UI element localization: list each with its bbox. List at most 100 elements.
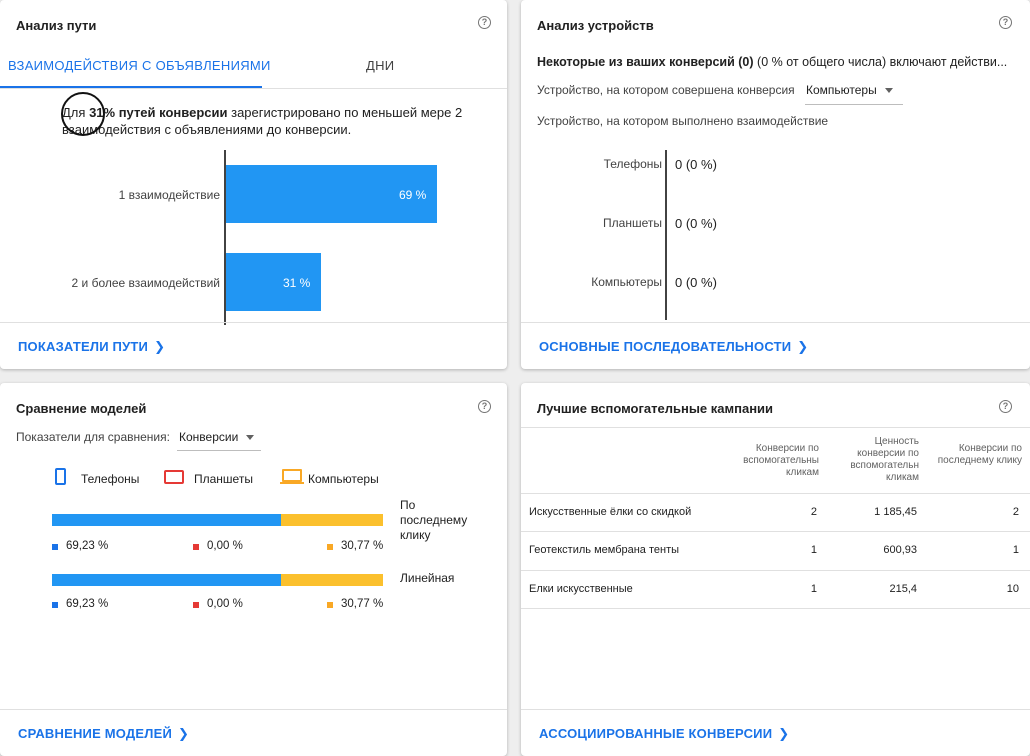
interaction-device-label: Устройство, на котором выполнено взаимод… (537, 114, 829, 128)
link-label: ОСНОВНЫЕ ПОСЛЕДОВАТЕЛЬНОСТИ (539, 339, 792, 354)
select-value: Компьютеры (806, 83, 877, 97)
bar-label: 2 и более взаимодействий (71, 276, 220, 290)
bar-label: 1 взаимодействие (118, 188, 220, 202)
conversion-device-label: Устройство, на котором совершена конверс… (537, 83, 795, 97)
phones-swatch (52, 544, 58, 550)
card-title: Анализ пути (16, 18, 97, 33)
model-name: Линейная (400, 571, 455, 585)
chevron-right-icon: ❯ (154, 339, 166, 354)
pct-desktops: 30,77 % (341, 598, 384, 610)
cell-last-click: 10 (1006, 583, 1019, 595)
column-header[interactable]: Конверсии по последнему клику (934, 443, 1022, 467)
tablets-swatch (193, 544, 199, 550)
cell-assisted-value: 215,4 (889, 583, 917, 595)
campaign-name[interactable]: Искусственные ёлки со скидкой (529, 506, 691, 518)
card-footer: ПОКАЗАТЕЛИ ПУТИ ❯ (0, 322, 507, 369)
device-analysis-card: Анализ устройств ? Некоторые из ваших ко… (521, 0, 1030, 369)
bar-value: 31 % (283, 276, 311, 290)
summary-rest: (0 % от общего числа) включают действи..… (757, 55, 1008, 69)
model-comparison-link[interactable]: СРАВНЕНИЕ МОДЕЛЕЙ ❯ (18, 726, 189, 742)
pct-phones: 69,23 % (66, 598, 109, 610)
cell-assisted-conversions: 2 (810, 506, 817, 518)
metric-select[interactable]: Конверсии (179, 430, 255, 444)
top-paths-link[interactable]: ОСНОВНЫЕ ПОСЛЕДОВАТЕЛЬНОСТИ ❯ (539, 339, 808, 355)
select-underline (177, 450, 261, 451)
row-divider (521, 531, 1030, 532)
help-icon[interactable]: ? (999, 16, 1012, 29)
cell-last-click: 2 (1012, 506, 1019, 518)
help-icon[interactable]: ? (999, 400, 1012, 413)
chevron-right-icon: ❯ (778, 726, 790, 741)
device-name: Компьютеры (591, 275, 662, 289)
pct-tablets: 0,00 % (207, 540, 243, 552)
card-title: Сравнение моделей (16, 401, 147, 416)
device-name: Планшеты (603, 216, 662, 230)
device-name: Телефоны (603, 157, 662, 171)
path-metrics-link[interactable]: ПОКАЗАТЕЛИ ПУТИ ❯ (18, 339, 165, 355)
desktops-swatch (327, 544, 333, 550)
campaign-name[interactable]: Елки искусственные (529, 583, 633, 595)
path-analysis-card: Анализ пути ? ВЗАИМОДЕЙСТВИЯ С ОБЪЯВЛЕНИ… (0, 0, 507, 369)
device-axis (665, 150, 667, 320)
select-underline (805, 104, 903, 105)
summary-bold: Некоторые из ваших конверсий (0) (537, 55, 754, 69)
conversion-device-select[interactable]: Компьютеры (806, 83, 893, 97)
cell-assisted-conversions: 1 (810, 544, 817, 556)
cell-assisted-value: 600,93 (883, 544, 917, 556)
bar-phones[interactable] (52, 574, 281, 586)
bar-phones[interactable] (52, 514, 281, 526)
card-title: Анализ устройств (537, 18, 654, 33)
model-comparison-card: Сравнение моделей ? Показатели для сравн… (0, 383, 507, 756)
campaign-name[interactable]: Геотекстиль мембрана тенты (529, 544, 679, 556)
chevron-right-icon: ❯ (178, 726, 190, 741)
cell-assisted-conversions: 1 (810, 583, 817, 595)
tablet-icon (164, 470, 184, 484)
desc-bold: % путей конверсии (103, 105, 228, 120)
help-icon[interactable]: ? (478, 400, 491, 413)
column-header[interactable]: Ценность конверсии по вспомогательн клик… (827, 436, 919, 484)
help-icon[interactable]: ? (478, 16, 491, 29)
cell-last-click: 1 (1012, 544, 1019, 556)
desktops-swatch (327, 602, 333, 608)
card-footer: СРАВНЕНИЕ МОДЕЛЕЙ ❯ (0, 709, 507, 756)
assisting-campaigns-card: Лучшие вспомогательные кампании ? Конвер… (521, 383, 1030, 756)
tab-active-indicator (0, 86, 262, 88)
header-divider (521, 427, 1030, 428)
metric-label: Показатели для сравнения: (16, 430, 170, 444)
tablets-swatch (193, 602, 199, 608)
pct-tablets: 0,00 % (207, 598, 243, 610)
chevron-down-icon (884, 88, 893, 94)
link-label: АССОЦИИРОВАННЫЕ КОНВЕРСИИ (539, 726, 773, 741)
chevron-down-icon (246, 435, 255, 441)
cursor-highlight (61, 92, 105, 136)
bar-desktops[interactable] (281, 514, 383, 526)
cell-assisted-value: 1 185,45 (874, 506, 917, 518)
column-header[interactable]: Конверсии по вспомогательны кликам (727, 443, 819, 479)
laptop-icon (280, 469, 304, 484)
select-value: Конверсии (179, 430, 239, 444)
chevron-right-icon: ❯ (797, 339, 809, 354)
bar-value: 69 % (399, 188, 427, 202)
card-footer: АССОЦИИРОВАННЫЕ КОНВЕРСИИ ❯ (521, 709, 1030, 756)
tab-divider (0, 88, 507, 89)
device-summary: Некоторые из ваших конверсий (0) (0 % от… (537, 55, 1015, 69)
row-divider (521, 493, 1030, 494)
device-value: 0 (0 %) (675, 275, 717, 290)
model-name: По последнему клику (400, 498, 468, 542)
row-divider (521, 608, 1030, 609)
tab-ad-interactions[interactable]: ВЗАИМОДЕЙСТВИЯ С ОБЪЯВЛЕНИЯМИ (8, 58, 271, 73)
phone-icon (55, 468, 66, 485)
assisted-conversions-link[interactable]: АССОЦИИРОВАННЫЕ КОНВЕРСИИ ❯ (539, 726, 789, 742)
link-label: ПОКАЗАТЕЛИ ПУТИ (18, 339, 149, 354)
bar-desktops[interactable] (281, 574, 383, 586)
legend-tablets: Планшеты (194, 472, 253, 486)
tab-days[interactable]: ДНИ (366, 58, 394, 73)
path-description: Для 31% путей конверсии зарегистрировано… (62, 104, 472, 138)
device-value: 0 (0 %) (675, 216, 717, 231)
card-title: Лучшие вспомогательные кампании (537, 401, 774, 416)
pct-desktops: 30,77 % (341, 540, 384, 552)
phones-swatch (52, 602, 58, 608)
card-footer: ОСНОВНЫЕ ПОСЛЕДОВАТЕЛЬНОСТИ ❯ (521, 322, 1030, 369)
legend-desktops: Компьютеры (308, 472, 379, 486)
link-label: СРАВНЕНИЕ МОДЕЛЕЙ (18, 726, 173, 741)
